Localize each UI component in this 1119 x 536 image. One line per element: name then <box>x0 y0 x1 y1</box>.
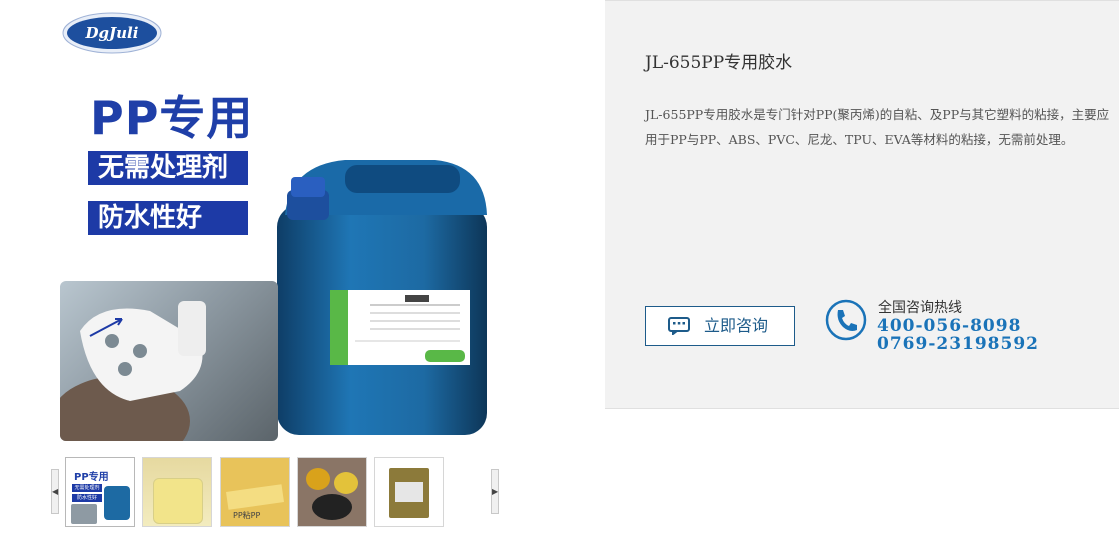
main-image-badge-2: 防水性好 <box>88 201 248 235</box>
thumbnail-prev-button[interactable]: ◀ <box>51 469 59 514</box>
thumbnail-next-button[interactable]: ▶ <box>491 469 499 514</box>
consult-now-button[interactable]: 立即咨询 <box>645 306 795 346</box>
chat-icon <box>668 317 690 335</box>
hotline-phone-2: 0769-23198592 <box>877 334 1039 354</box>
thumbnail-3[interactable]: PP粘PP <box>220 457 290 527</box>
application-photo <box>60 281 278 441</box>
thumbnail-3-label: PP粘PP <box>233 511 261 520</box>
arrow-right-icon: ▶ <box>492 487 499 496</box>
application-photo-art <box>60 301 206 441</box>
brand-logo-text: DgJuli <box>85 24 139 42</box>
main-image-badge-1: 无需处理剂 <box>88 151 248 185</box>
product-title: JL-655PP专用胶水 <box>645 53 793 73</box>
thumbnail-1[interactable]: PP专用 无需处理剂 防水性好 <box>65 457 135 527</box>
thumbnail-5[interactable] <box>374 457 444 527</box>
thumbnail-1-label: PP专用 <box>74 472 109 483</box>
thumbnail-2[interactable] <box>142 457 212 527</box>
drum-container-image <box>277 160 487 435</box>
brand-logo-text-wrap: DgJuli <box>62 12 162 54</box>
arrow-left-icon: ◀ <box>52 487 59 496</box>
hotline-phone-1: 400-056-8098 <box>877 316 1022 336</box>
consult-now-label: 立即咨询 <box>704 316 769 335</box>
hotline-label: 全国咨询热线 <box>878 300 962 316</box>
thumbnail-1-line-2: 防水性好 <box>72 494 102 502</box>
phone-icon <box>825 299 867 341</box>
main-image-headline: PP专用 <box>90 91 254 145</box>
product-description: JL-655PP专用胶水是专门针对PP(聚丙烯)的自粘、及PP与其它塑料的粘接，… <box>645 107 1110 147</box>
thumbnail-4[interactable] <box>297 457 367 527</box>
thumbnail-1-line-1: 无需处理剂 <box>72 484 102 492</box>
